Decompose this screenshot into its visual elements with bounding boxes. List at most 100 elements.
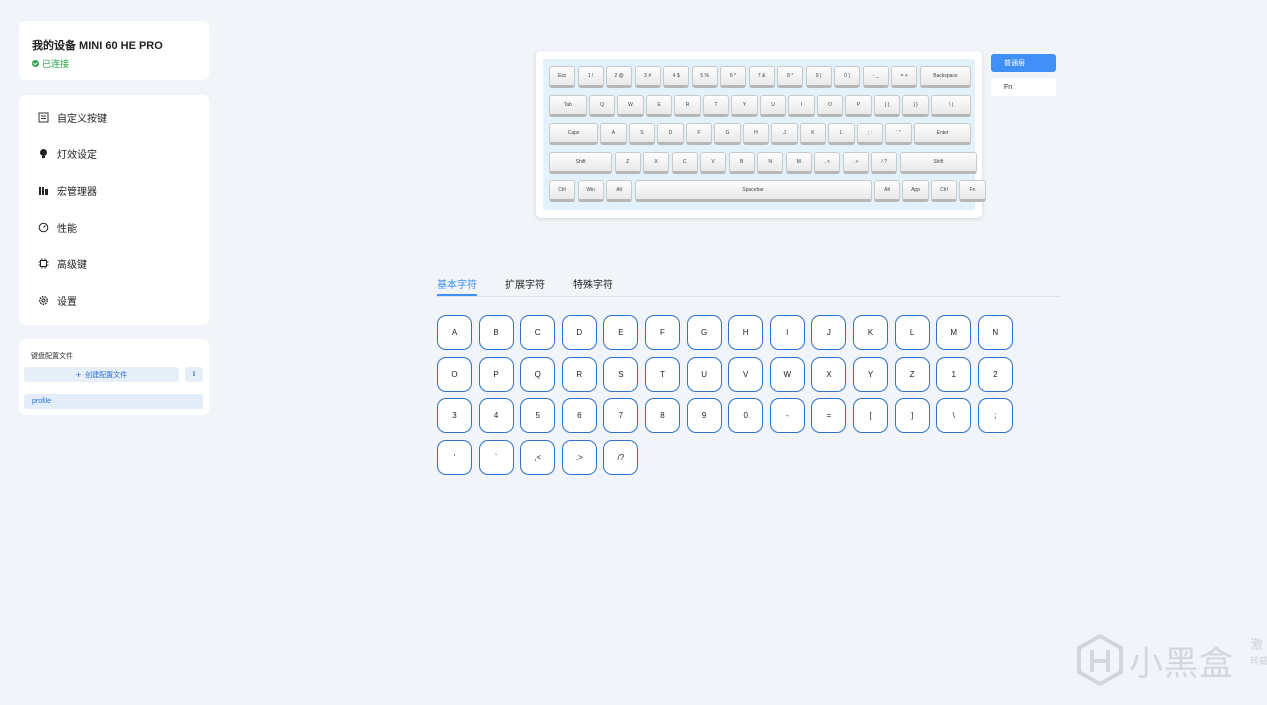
keyboard-key[interactable]: G [714,123,741,145]
keyboard-key[interactable]: L [828,123,855,145]
char-key[interactable]: ,< [520,439,556,475]
keyboard-key[interactable]: E [645,94,673,117]
char-key[interactable]: R [561,356,597,392]
keyboard-key[interactable]: Caps [549,123,599,145]
char-key[interactable]: H [728,315,764,350]
char-key[interactable]: ] [894,398,930,434]
char-key[interactable]: P [478,356,514,392]
keyboard-key[interactable]: \ | [930,94,972,117]
keyboard-key[interactable]: Enter [913,123,972,145]
sidebar-item-advanced-keys[interactable]: 高级键 [37,253,87,273]
char-key[interactable]: O [437,356,472,392]
layer-fn-button[interactable]: Fn [991,78,1056,96]
keyboard-key[interactable]: Q [588,94,616,117]
keyboard-key[interactable]: Alt [873,180,901,202]
sidebar-item-performance[interactable]: 性能 [37,217,77,237]
char-key[interactable]: \ [936,398,972,434]
char-key[interactable]: J [811,315,847,350]
keyboard-key[interactable]: R [674,94,701,117]
char-key[interactable]: 4 [478,398,514,434]
keyboard-key[interactable]: I [788,94,815,117]
char-key[interactable]: F [645,315,680,350]
keyboard-key[interactable]: . > [842,151,869,174]
keyboard-key[interactable]: J [771,123,798,145]
keyboard-key[interactable]: 1 ! [577,66,604,88]
keyboard-key[interactable]: App [902,180,929,202]
sidebar-item-custom-keys[interactable]: 自定义按键 [37,107,107,127]
char-key[interactable]: 1 [936,356,972,392]
tab-special-chars[interactable]: 特殊字符 [573,276,613,294]
keyboard-key[interactable]: Fn [959,180,986,202]
keyboard-key[interactable]: X [643,151,670,174]
keyboard-key[interactable]: , < [814,151,841,174]
keyboard-key[interactable]: - _ [862,66,889,88]
char-key[interactable]: 7 [603,398,639,434]
sidebar-item-lighting[interactable]: 灯效设定 [37,143,97,163]
char-key[interactable]: 9 [686,398,722,434]
sidebar-item-settings[interactable]: 设置 [37,290,77,310]
char-key[interactable]: Y [853,356,888,392]
keyboard-key[interactable]: H [742,123,770,145]
char-key[interactable]: G [686,315,722,350]
keyboard-key[interactable]: Y [731,94,758,117]
keyboard-key[interactable]: 8 * [777,66,804,88]
keyboard-key[interactable]: K [799,123,827,145]
keyboard-key[interactable]: Shift [899,151,978,174]
keyboard-key[interactable]: 6 ^ [720,66,747,88]
keyboard-key[interactable]: Shift [549,151,613,174]
keyboard-key[interactable]: Alt [606,180,633,202]
keyboard-key[interactable]: Tab [549,94,587,117]
create-profile-button[interactable]: + 创建配置文件 [24,367,179,382]
char-key[interactable]: A [437,315,472,350]
char-key[interactable]: ' [437,439,472,475]
char-key[interactable]: N [977,315,1013,350]
keyboard-key[interactable]: V [700,151,727,174]
char-key[interactable]: V [728,356,764,392]
char-key[interactable]: X [811,356,847,392]
keyboard-key[interactable]: / ? [871,151,898,174]
keyboard-key[interactable]: Esc [549,66,576,88]
keyboard-key[interactable]: 3 # [634,66,661,88]
sidebar-item-macros[interactable]: 宏管理器 [37,180,97,200]
keyboard-key[interactable]: 0 ) [834,66,861,88]
char-key[interactable]: W [769,356,805,392]
keyboard-key[interactable]: W [617,94,644,117]
keyboard-key[interactable]: P [845,94,872,117]
keyboard-key[interactable]: 9 ( [805,66,832,88]
keyboard-key[interactable]: N [757,151,784,174]
char-key[interactable]: 8 [645,398,680,434]
keyboard-key[interactable]: B [728,151,755,174]
char-key[interactable]: 5 [520,398,556,434]
keyboard-key[interactable]: D [657,123,684,145]
keyboard-key[interactable]: ' " [885,123,912,145]
char-key[interactable]: ; [977,398,1013,434]
char-key[interactable]: M [936,315,972,350]
char-key[interactable]: K [853,315,888,350]
keyboard-key[interactable]: Z [614,151,641,174]
char-key[interactable]: 0 [728,398,764,434]
char-key[interactable]: = [811,398,847,434]
keyboard-key[interactable]: ] } [902,94,929,117]
char-key[interactable]: - [769,398,805,434]
char-key[interactable]: 6 [561,398,597,434]
char-key[interactable]: L [894,315,930,350]
tab-extended-chars[interactable]: 扩展字符 [505,276,545,294]
char-key[interactable]: E [603,315,639,350]
char-key[interactable]: T [645,356,680,392]
keyboard-key[interactable]: T [702,94,730,117]
keyboard-key[interactable]: [ { [873,94,901,117]
keyboard-key[interactable]: U [759,94,787,117]
keyboard-key[interactable]: Win [577,180,604,202]
char-key[interactable]: 2 [977,356,1013,392]
keyboard-key[interactable]: 7 & [748,66,775,88]
char-key[interactable]: U [686,356,722,392]
keyboard-key[interactable]: O [816,94,844,117]
char-key[interactable]: S [603,356,639,392]
keyboard-key[interactable]: Ctrl [549,180,576,202]
keyboard-key[interactable]: Backspace [919,66,972,88]
char-key[interactable]: Z [894,356,930,392]
keyboard-key[interactable]: M [785,151,812,174]
keyboard-key[interactable]: Ctrl [930,180,958,202]
keyboard-key[interactable]: S [628,123,656,145]
layer-normal-button[interactable]: 普通层 [991,54,1056,72]
